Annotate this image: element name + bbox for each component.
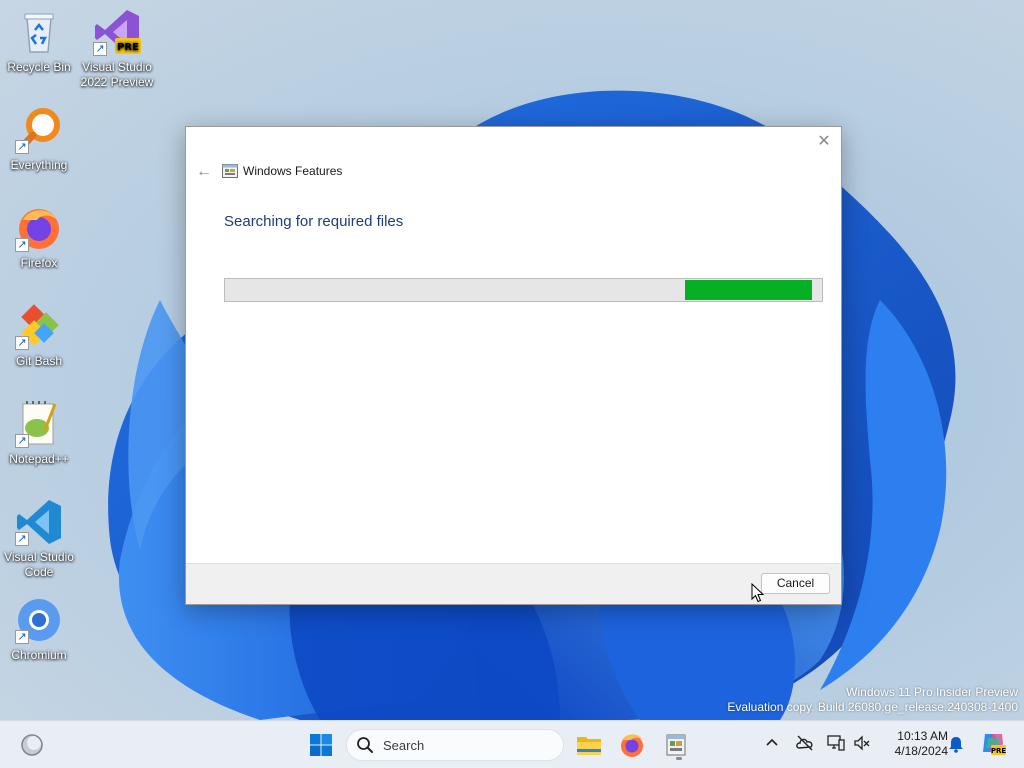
desktop-icon-label-line2: Code	[24, 565, 54, 579]
desktop-icon-label: Visual Studio	[4, 550, 74, 564]
svg-text:PRE: PRE	[117, 42, 139, 53]
progress-bar	[224, 278, 823, 302]
notification-bell-icon[interactable]	[947, 735, 965, 753]
volume-muted-icon[interactable]	[853, 734, 871, 752]
status-heading: Searching for required files	[224, 213, 404, 230]
shortcut-arrow-icon: ↗	[93, 42, 107, 56]
folder-icon	[577, 737, 601, 755]
search-icon	[357, 737, 373, 753]
desktop-icon-everything[interactable]: ↗ Everything	[1, 106, 77, 173]
desktop-icon-label: Chromium	[11, 648, 67, 662]
progress-bar-fill	[685, 280, 812, 300]
network-icon[interactable]	[827, 734, 845, 752]
recycle-bin-icon	[15, 8, 63, 56]
firefox-icon	[621, 734, 643, 757]
shortcut-arrow-icon: ↗	[15, 238, 29, 252]
notepad-plus-plus-icon: ↗	[15, 400, 63, 448]
desktop-icon-vscode[interactable]: ↗ Visual Studio Code	[1, 498, 77, 580]
desktop-icon-firefox[interactable]: ↗ Firefox	[1, 204, 77, 271]
taskbar-clock[interactable]: 10:13 AM 4/18/2024	[878, 729, 948, 759]
desktop-icon-git-bash[interactable]: ↗ Git Bash	[1, 302, 77, 369]
clock-date: 4/18/2024	[894, 744, 948, 758]
close-button[interactable]: ✕	[815, 133, 833, 151]
shortcut-arrow-icon: ↗	[15, 140, 29, 154]
copilot-icon[interactable]: PRE	[980, 730, 1006, 756]
clock-time: 10:13 AM	[897, 729, 948, 743]
desktop-icon-label: Recycle Bin	[7, 60, 71, 74]
visual-studio-preview-icon: PRE ↗	[93, 8, 141, 56]
vscode-icon: ↗	[15, 498, 63, 546]
back-arrow-icon: ←	[196, 163, 212, 180]
dialog-footer: Cancel	[186, 563, 841, 604]
cancel-button[interactable]: Cancel	[761, 573, 830, 594]
chevron-up-icon[interactable]	[764, 735, 780, 751]
everything-search-icon: ↗	[15, 106, 63, 154]
desktop-icon-label: Git Bash	[15, 354, 63, 368]
dialog-title: Windows Features	[243, 164, 343, 178]
windows-logo-icon	[310, 734, 332, 756]
firefox-icon: ↗	[15, 204, 63, 252]
svg-text:PRE: PRE	[991, 747, 1006, 755]
shortcut-arrow-icon: ↗	[15, 434, 29, 448]
chromium-icon: ↗	[15, 596, 63, 644]
desktop-icon-notepad-plus-plus[interactable]: ↗ Notepad++	[1, 400, 77, 467]
onedrive-offline-icon[interactable]	[795, 734, 815, 752]
desktop-icon-label: Firefox	[20, 256, 58, 270]
desktop-icon-chromium[interactable]: ↗ Chromium	[1, 596, 77, 663]
desktop-icon-visual-studio-preview[interactable]: PRE ↗ Visual Studio 2022 Preview	[79, 8, 155, 90]
shortcut-arrow-icon: ↗	[15, 630, 29, 644]
watermark-build: Evaluation copy. Build 26080.ge_release.…	[727, 700, 1018, 714]
taskbar-firefox[interactable]	[616, 729, 648, 761]
desktop-icon-label-line2: 2022 Preview	[80, 75, 154, 89]
close-icon: ✕	[817, 133, 831, 150]
watermark-edition: Windows 11 Pro Insider Preview	[846, 685, 1018, 699]
git-bash-icon: ↗	[15, 302, 63, 350]
shortcut-arrow-icon: ↗	[15, 532, 29, 546]
widgets-icon	[21, 734, 43, 756]
search-placeholder: Search	[383, 738, 425, 753]
desktop-icon-label: Visual Studio	[82, 60, 152, 74]
running-indicator	[676, 757, 682, 760]
desktop-icon-recycle-bin[interactable]: Recycle Bin	[1, 8, 77, 75]
windows-features-icon	[222, 163, 238, 179]
taskbar-search-box[interactable]: Search	[346, 729, 564, 761]
desktop-icon-label: Everything	[10, 158, 68, 172]
shortcut-arrow-icon: ↗	[15, 336, 29, 350]
evaluation-watermark: Windows 11 Pro Insider Preview Evaluatio…	[727, 685, 1018, 715]
windows-features-dialog: ✕ ← Windows Features Searching for requi…	[185, 126, 842, 605]
start-button[interactable]	[305, 729, 337, 761]
desktop-icon-label: Notepad++	[9, 452, 69, 466]
back-button[interactable]: ←	[194, 163, 214, 181]
widgets-button[interactable]	[16, 729, 48, 761]
taskbar-file-explorer[interactable]	[573, 729, 605, 761]
mouse-pointer-icon	[751, 583, 765, 603]
